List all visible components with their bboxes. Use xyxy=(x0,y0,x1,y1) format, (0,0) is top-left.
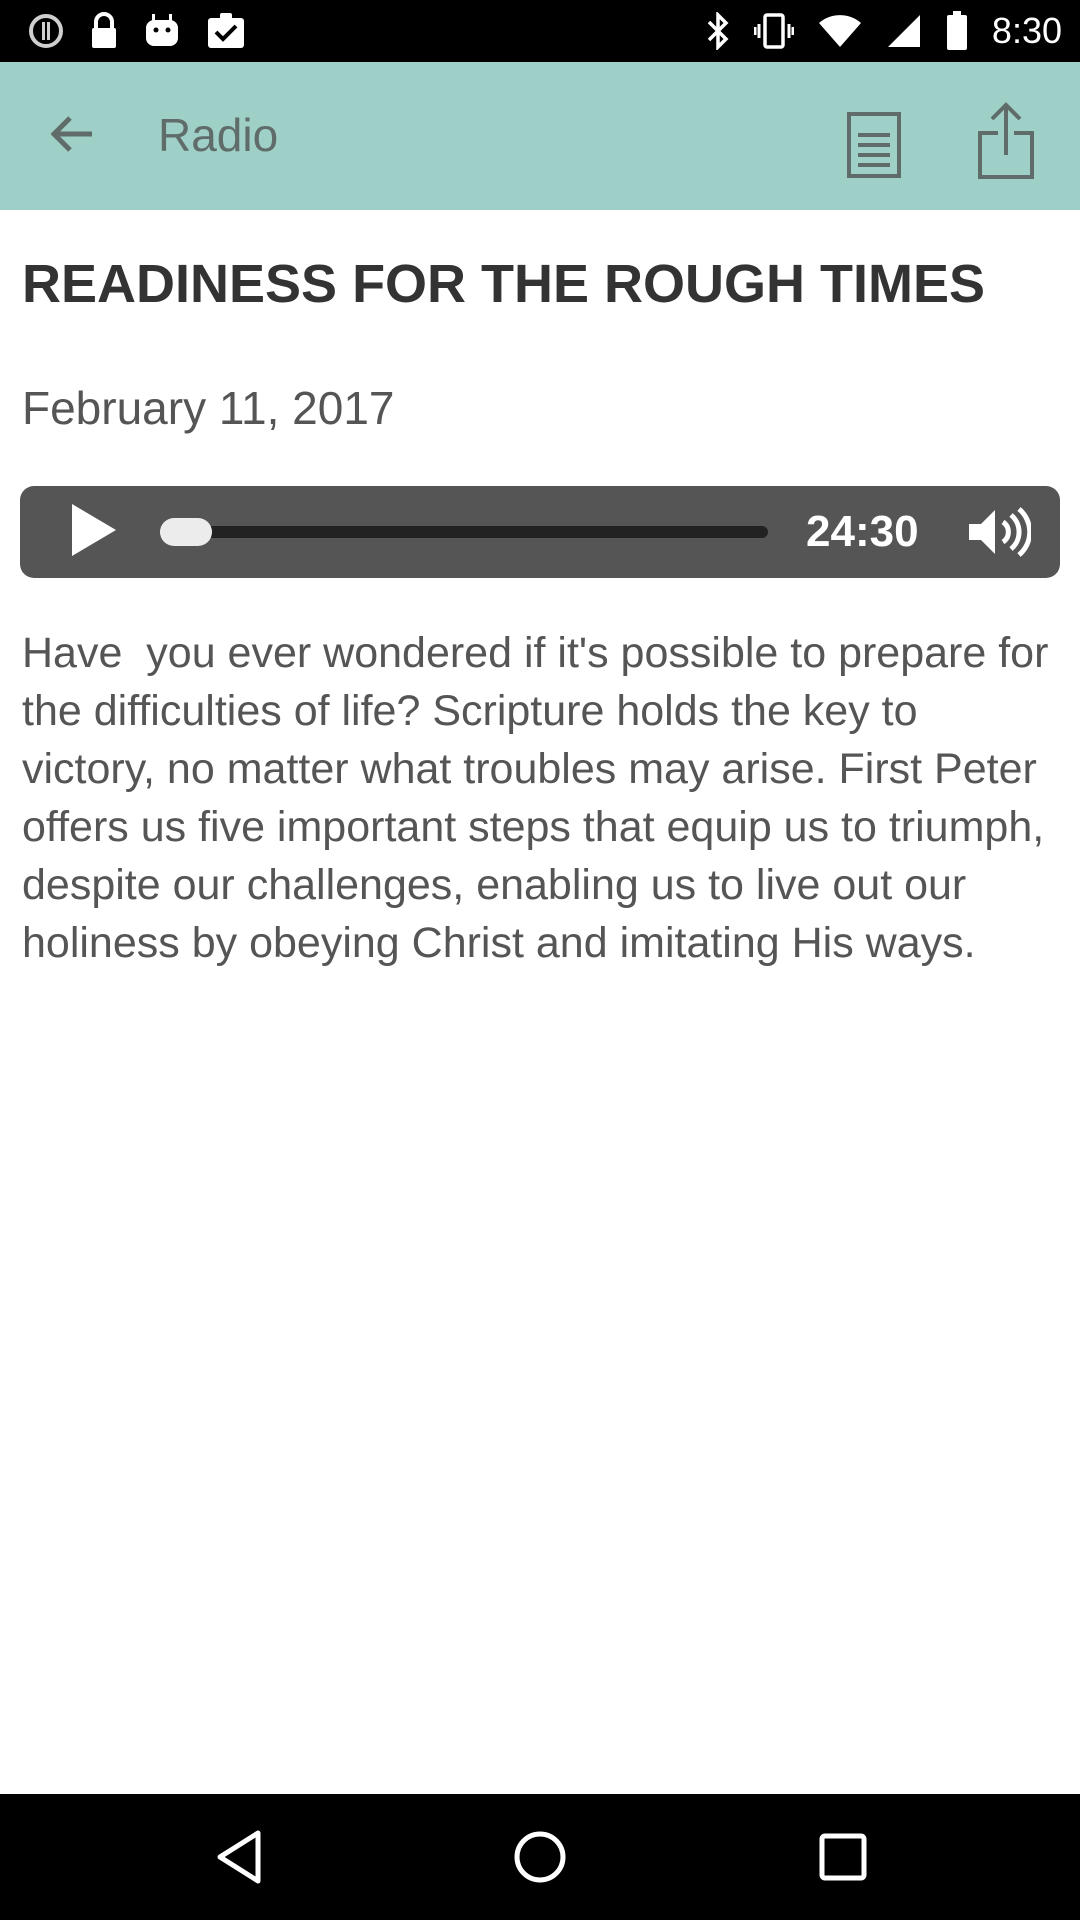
arrow-left-icon xyxy=(48,114,96,159)
volume-icon xyxy=(967,506,1033,563)
volume-button[interactable] xyxy=(966,506,1033,563)
share-button[interactable] xyxy=(966,92,1046,192)
back-triangle-icon xyxy=(214,1829,264,1890)
play-icon xyxy=(66,502,118,563)
document-icon xyxy=(846,111,902,184)
seek-thumb[interactable] xyxy=(160,518,212,546)
lock-icon xyxy=(90,12,118,50)
screen: 8:30 Radio READINESS FOR THE ROUGH TIMES… xyxy=(0,0,1080,1920)
player-duration: 24:30 xyxy=(806,507,919,556)
nav-back-button[interactable] xyxy=(204,1824,274,1894)
back-button[interactable] xyxy=(36,106,108,166)
status-left-icons xyxy=(28,12,246,50)
app-bar: Radio xyxy=(0,62,1080,210)
nav-home-button[interactable] xyxy=(505,1824,575,1894)
audio-player: 24:30 xyxy=(20,486,1060,578)
wifi-icon xyxy=(818,13,862,49)
share-icon xyxy=(976,99,1036,186)
android-icon xyxy=(144,14,180,48)
status-right-icons: 8:30 xyxy=(706,8,1062,54)
seek-bar[interactable] xyxy=(160,518,768,546)
navigation-bar xyxy=(0,1794,1080,1920)
app-title: Radio xyxy=(158,109,279,161)
clipboard-check-icon xyxy=(206,12,246,50)
article-body: Have you ever wondered if it's possible … xyxy=(22,629,1061,967)
battery-icon xyxy=(946,11,968,51)
recents-square-icon xyxy=(818,1832,868,1887)
alert-circle-icon xyxy=(28,13,64,49)
bluetooth-icon xyxy=(706,12,730,50)
nav-recents-button[interactable] xyxy=(808,1824,878,1894)
transcript-button[interactable] xyxy=(834,102,914,192)
home-circle-icon xyxy=(512,1829,568,1890)
article-title: READINESS FOR THE ROUGH TIMES xyxy=(22,254,986,314)
play-button[interactable] xyxy=(60,500,124,564)
signal-icon xyxy=(886,13,922,49)
article-date: February 11, 2017 xyxy=(22,382,395,434)
status-time: 8:30 xyxy=(991,10,1062,51)
status-bar: 8:30 xyxy=(0,0,1080,62)
vibrate-icon xyxy=(753,12,794,50)
